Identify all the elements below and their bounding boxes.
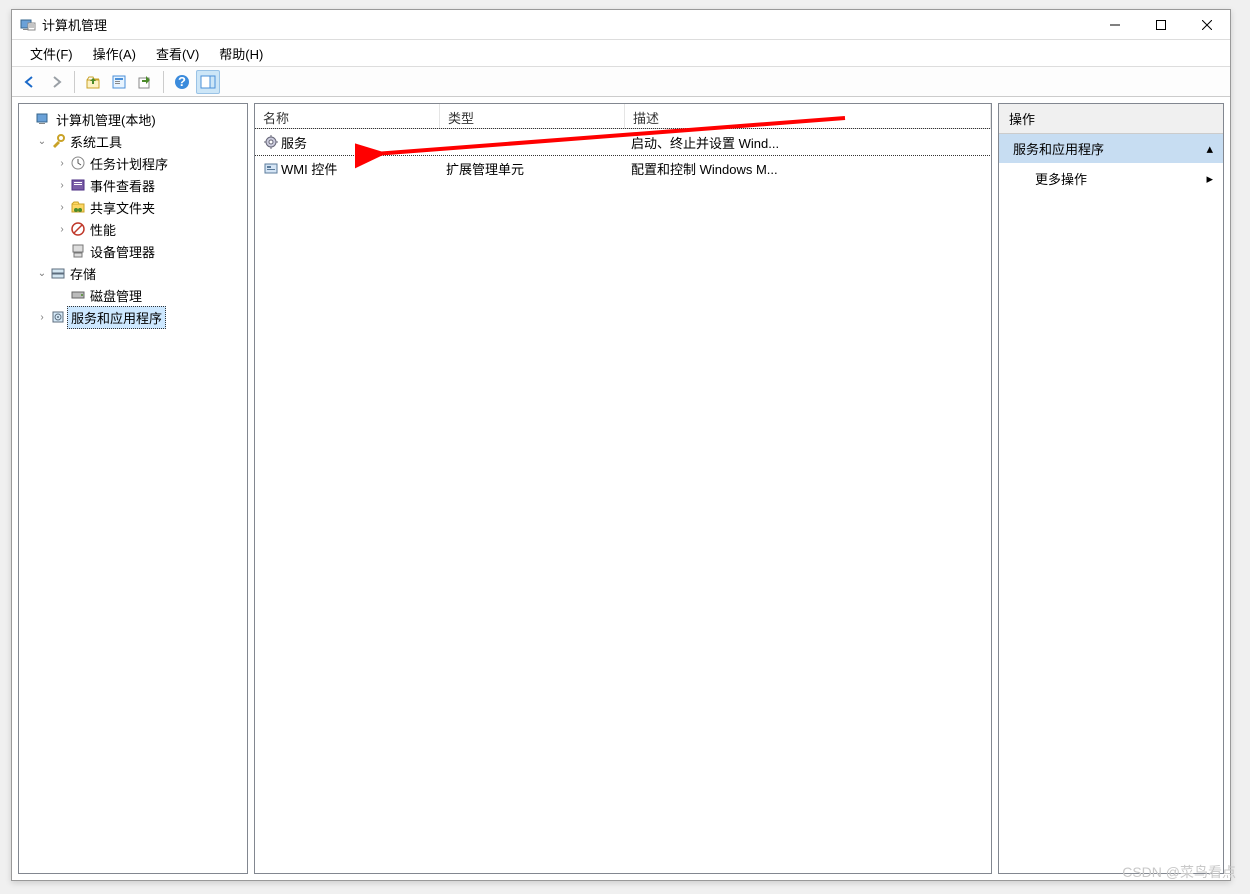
event-icon bbox=[69, 177, 87, 193]
export-list-button[interactable] bbox=[133, 70, 157, 94]
tree-label: 存储 bbox=[67, 263, 99, 284]
shared-folder-icon bbox=[69, 199, 87, 215]
back-button[interactable] bbox=[18, 70, 42, 94]
gear-icon bbox=[261, 134, 281, 150]
annotation-arrow bbox=[355, 110, 850, 170]
disk-icon bbox=[69, 287, 87, 303]
menu-help[interactable]: 帮助(H) bbox=[209, 41, 273, 66]
expand-icon[interactable]: › bbox=[55, 158, 69, 169]
tree-disk-management[interactable]: 磁盘管理 bbox=[55, 284, 245, 306]
computer-icon bbox=[35, 111, 53, 127]
window-title: 计算机管理 bbox=[42, 15, 1092, 34]
menu-bar: 文件(F) 操作(A) 查看(V) 帮助(H) bbox=[12, 40, 1230, 67]
clock-icon bbox=[69, 155, 87, 171]
collapse-icon[interactable]: ⌄ bbox=[35, 268, 49, 279]
actions-header: 操作 bbox=[999, 104, 1223, 134]
toolbar-separator-2 bbox=[163, 71, 164, 93]
navigation-tree-pane: 计算机管理(本地) ⌄ 系统工具 › 任务计划程序 › 事件查看器 bbox=[18, 103, 248, 874]
app-icon bbox=[20, 17, 36, 33]
menu-action[interactable]: 操作(A) bbox=[83, 41, 146, 66]
up-level-button[interactable] bbox=[81, 70, 105, 94]
tree-label: 系统工具 bbox=[67, 131, 125, 152]
expand-icon[interactable]: › bbox=[55, 224, 69, 235]
expand-icon[interactable]: › bbox=[55, 202, 69, 213]
actions-pane: 操作 服务和应用程序 ▴ 更多操作 ▸ bbox=[998, 103, 1224, 874]
collapse-icon: ▴ bbox=[1206, 141, 1213, 157]
help-button[interactable]: ? bbox=[170, 70, 194, 94]
tree-label: 磁盘管理 bbox=[87, 285, 145, 306]
svg-text:?: ? bbox=[178, 74, 186, 89]
tree-performance[interactable]: › 性能 bbox=[55, 218, 245, 240]
actions-more[interactable]: 更多操作 ▸ bbox=[999, 163, 1223, 194]
close-button[interactable] bbox=[1184, 10, 1230, 40]
expand-icon[interactable]: › bbox=[55, 180, 69, 191]
actions-subheader[interactable]: 服务和应用程序 ▴ bbox=[999, 134, 1223, 163]
services-app-icon bbox=[49, 309, 67, 325]
tree-task-scheduler[interactable]: › 任务计划程序 bbox=[55, 152, 245, 174]
tree-label: 性能 bbox=[87, 219, 119, 240]
storage-icon bbox=[49, 265, 67, 281]
device-icon bbox=[69, 243, 87, 259]
expand-icon[interactable]: › bbox=[35, 312, 49, 323]
tree-label: 任务计划程序 bbox=[87, 153, 171, 174]
actions-more-label: 更多操作 bbox=[1035, 169, 1087, 188]
menu-view[interactable]: 查看(V) bbox=[146, 41, 209, 66]
menu-file[interactable]: 文件(F) bbox=[20, 41, 83, 66]
forward-button[interactable] bbox=[44, 70, 68, 94]
properties-button[interactable] bbox=[107, 70, 131, 94]
tools-icon bbox=[49, 133, 67, 149]
tree-shared-folders[interactable]: › 共享文件夹 bbox=[55, 196, 245, 218]
toolbar: ? bbox=[12, 67, 1230, 97]
show-hide-action-pane-button[interactable] bbox=[196, 70, 220, 94]
tree-root[interactable]: 计算机管理(本地) bbox=[21, 108, 245, 130]
maximize-button[interactable] bbox=[1138, 10, 1184, 40]
collapse-icon[interactable]: ⌄ bbox=[35, 136, 49, 147]
tree-label: 服务和应用程序 bbox=[67, 306, 166, 329]
tree-system-tools[interactable]: ⌄ 系统工具 bbox=[35, 130, 245, 152]
tree-event-viewer[interactable]: › 事件查看器 bbox=[55, 174, 245, 196]
tree-label: 计算机管理(本地) bbox=[53, 109, 159, 130]
tree-device-manager[interactable]: 设备管理器 bbox=[55, 240, 245, 262]
tree-label: 事件查看器 bbox=[87, 175, 158, 196]
wmi-icon bbox=[261, 160, 281, 176]
tree-label: 共享文件夹 bbox=[87, 197, 158, 218]
performance-icon bbox=[69, 221, 87, 237]
actions-subheader-label: 服务和应用程序 bbox=[1013, 139, 1104, 158]
title-bar: 计算机管理 bbox=[12, 10, 1230, 40]
chevron-right-icon: ▸ bbox=[1206, 171, 1213, 187]
tree-storage[interactable]: ⌄ 存储 bbox=[35, 262, 245, 284]
main-body: 计算机管理(本地) ⌄ 系统工具 › 任务计划程序 › 事件查看器 bbox=[12, 97, 1230, 880]
content-pane: 名称 类型 描述 服务 启动、终止并设置 Wind... WMI 控件 扩展管理… bbox=[254, 103, 992, 874]
toolbar-separator bbox=[74, 71, 75, 93]
tree-services-and-applications[interactable]: › 服务和应用程序 bbox=[35, 306, 245, 328]
minimize-button[interactable] bbox=[1092, 10, 1138, 40]
tree-label: 设备管理器 bbox=[87, 241, 158, 262]
